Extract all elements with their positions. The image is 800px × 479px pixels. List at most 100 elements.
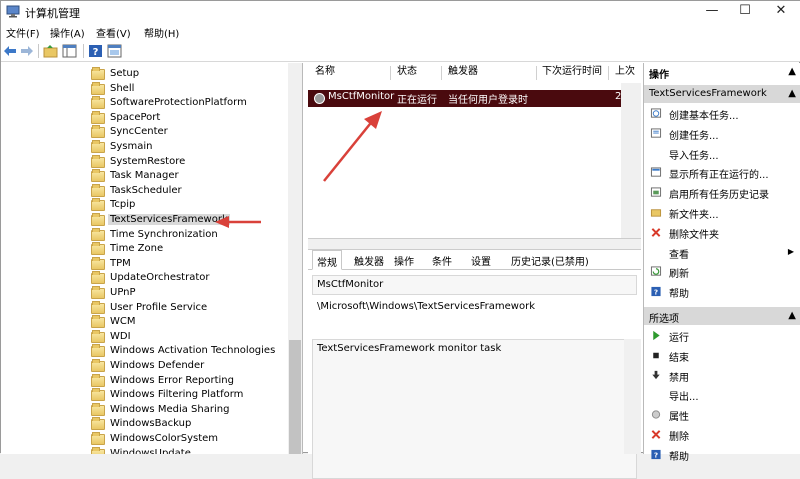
tree-item[interactable]: UpdateOrchestrator (91, 271, 291, 286)
task-location-field[interactable]: \Microsoft\Windows\TextServicesFramework (312, 297, 637, 317)
tree-item[interactable]: Sysmain (91, 140, 291, 155)
tree-item[interactable]: Windows Media Sharing (91, 402, 291, 418)
collapse-arrow-icon[interactable]: ▲ (788, 310, 796, 321)
tree-item[interactable]: Windows Filtering Platform (91, 388, 291, 403)
forward-arrow-icon[interactable] (19, 44, 34, 58)
action-item[interactable]: 创建基本任务... (644, 104, 800, 123)
tree-item[interactable]: User Profile Service (91, 300, 291, 316)
tree-item[interactable]: SpacePort (91, 110, 291, 126)
up-folder-icon[interactable] (43, 44, 58, 58)
collapse-arrow-icon[interactable]: ▲ (788, 88, 796, 99)
menu-action[interactable]: 操作(A) (50, 25, 85, 40)
action-item[interactable]: 启用所有任务历史记录 (644, 183, 800, 202)
tree-item[interactable]: Time Synchronization (91, 227, 291, 243)
action-item[interactable]: 运行 (644, 326, 800, 345)
tree-item[interactable]: WindowsColorSystem (91, 432, 291, 447)
folder-icon (91, 227, 105, 241)
folder-icon (91, 417, 105, 431)
folder-icon (91, 300, 105, 314)
tab-actions[interactable]: 操作 (394, 253, 414, 268)
action-item[interactable]: 导出... (644, 385, 800, 404)
help-icon: ? (651, 287, 661, 297)
task-list-scrollbar[interactable] (621, 83, 641, 238)
tree-item-label: Shell (110, 82, 135, 94)
action-item-label: 显示所有正在运行的... (669, 170, 769, 182)
close-button[interactable]: ✕ (758, 1, 800, 23)
action-item-label: 导出... (669, 392, 699, 404)
tree-item[interactable]: Tcpip (91, 198, 291, 213)
delete-icon (651, 430, 661, 439)
column-header-trigger[interactable]: 触发器 (448, 63, 478, 83)
actions-header: 操作 ▲ (644, 63, 800, 81)
action-item[interactable]: 刷新 (644, 262, 800, 281)
svg-text:?: ? (93, 47, 99, 58)
tree-item[interactable]: Setup (91, 67, 291, 82)
column-header-name[interactable]: 名称 (315, 63, 335, 83)
task-clock-icon (314, 93, 325, 104)
tree-item[interactable]: WDI (91, 329, 291, 345)
tree-item[interactable]: Windows Defender (91, 359, 291, 374)
help-icon[interactable]: ? (88, 44, 103, 58)
tree-item-label: WCM (110, 316, 136, 328)
tree-item[interactable]: Windows Activation Technologies (91, 344, 291, 359)
tab-general[interactable]: 常规 (312, 250, 342, 270)
tree-item[interactable]: SyncCenter (91, 125, 291, 140)
action-item[interactable]: 导入任务... (644, 144, 800, 163)
task-row[interactable]: MsCtfMonitor 正在运行 当任何用户登录时 2015 (308, 90, 641, 107)
action-item-label: 删除 (669, 432, 689, 443)
action-item[interactable]: 删除文件夹 (644, 223, 800, 242)
tree-item[interactable]: Windows Error Reporting (91, 373, 291, 389)
menu-view[interactable]: 查看(V) (96, 25, 131, 40)
tree-item[interactable]: TaskScheduler (91, 183, 291, 199)
tree-item[interactable]: SystemRestore (91, 154, 291, 170)
action-item[interactable]: 创建任务... (644, 124, 800, 143)
action-item[interactable]: ? 帮助 (644, 445, 800, 464)
menu-file[interactable]: 文件(F) (6, 25, 40, 40)
tab-conditions[interactable]: 条件 (432, 253, 452, 268)
collapse-arrow-icon[interactable]: ▲ (788, 66, 796, 77)
back-arrow-icon[interactable] (3, 44, 18, 58)
tree-item[interactable]: TPM (91, 256, 291, 272)
action-item[interactable]: 新文件夹... (644, 203, 800, 222)
tree-item-label: TPM (110, 257, 131, 269)
properties-icon[interactable] (107, 44, 122, 58)
column-header-next-run[interactable]: 下次运行时间 (542, 63, 602, 83)
tree-item[interactable]: Task Manager (91, 169, 291, 184)
details-scrollbar[interactable] (624, 339, 641, 454)
action-item[interactable]: 属性 (644, 405, 800, 424)
column-header-status[interactable]: 状态 (397, 63, 417, 83)
folder-icon (91, 169, 105, 183)
tab-history[interactable]: 历史记录(已禁用) (511, 253, 589, 268)
tree-item-label: SpacePort (110, 111, 161, 123)
action-item[interactable]: 显示所有正在运行的... (644, 163, 800, 182)
tab-triggers[interactable]: 触发器 (354, 253, 384, 268)
show-tree-icon[interactable] (62, 44, 77, 58)
menu-help[interactable]: 帮助(H) (144, 25, 179, 40)
folder-icon (91, 286, 105, 299)
task-name-field[interactable]: MsCtfMonitor (312, 275, 637, 295)
pane-splitter[interactable] (308, 238, 641, 250)
tree-item[interactable]: UPnP (91, 286, 291, 301)
column-header-last-run[interactable]: 上次 (615, 63, 635, 83)
title-bar: 计算机管理 — ☐ ✕ (1, 1, 800, 23)
tree-item[interactable]: Shell (91, 81, 291, 97)
tree-scrollbar-thumb[interactable] (289, 340, 301, 454)
tab-settings[interactable]: 设置 (471, 253, 491, 268)
toolbar-separator (83, 44, 84, 58)
action-item[interactable]: ? 帮助 (644, 282, 800, 301)
stop-icon (653, 352, 659, 359)
column-divider (390, 66, 391, 80)
action-item[interactable]: 查看 ▶ (644, 243, 800, 262)
action-item[interactable]: 删除 (644, 425, 800, 444)
action-item[interactable]: 禁用 (644, 366, 800, 385)
task-description-field[interactable]: TextServicesFramework monitor task (312, 339, 637, 479)
tree-item[interactable]: SoftwareProtectionPlatform (91, 96, 291, 111)
action-item[interactable]: 结束 (644, 346, 800, 365)
section-textservicesframework[interactable]: TextServicesFramework ▲ (644, 85, 800, 103)
column-divider (608, 66, 609, 80)
tree-item[interactable]: WCM (91, 315, 291, 330)
tree-item[interactable]: WindowsBackup (91, 417, 291, 432)
section-selected-item[interactable]: 所选项 ▲ (644, 307, 800, 325)
tree-item[interactable]: Time Zone (91, 242, 291, 257)
folder-icon (91, 96, 105, 110)
